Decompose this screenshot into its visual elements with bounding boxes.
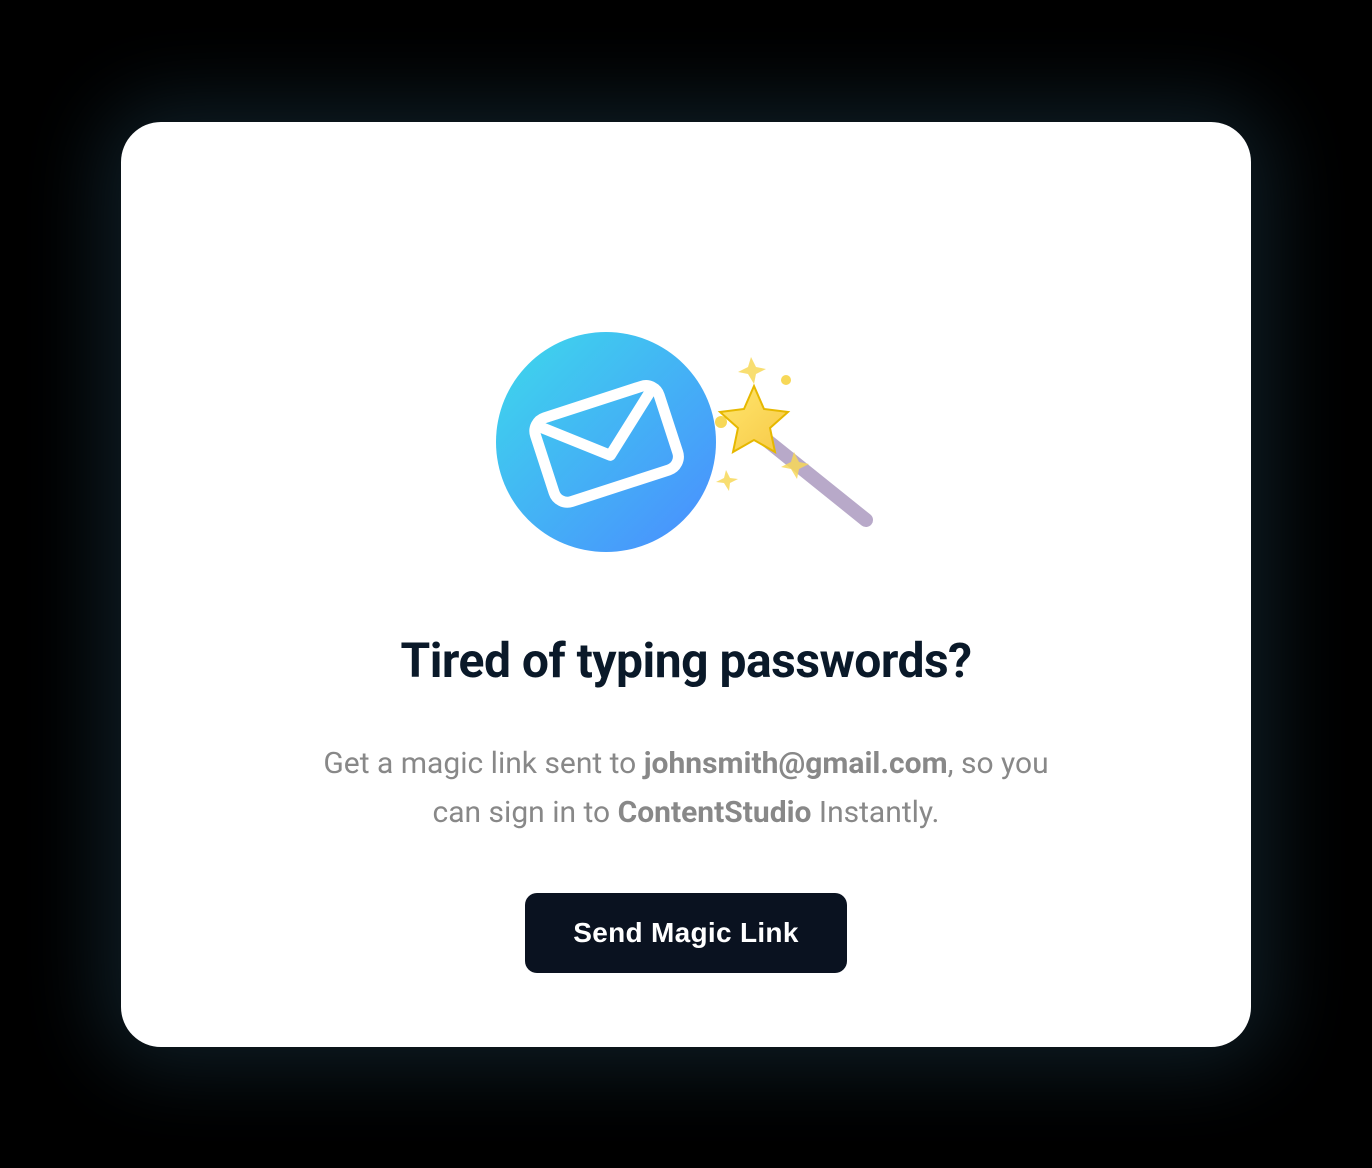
desc-prefix: Get a magic link sent to bbox=[323, 746, 643, 781]
envelope-magic-wand-icon bbox=[486, 322, 886, 562]
desc-email: johnsmith@gmail.com bbox=[644, 746, 948, 781]
magic-link-illustration bbox=[486, 322, 886, 562]
magic-link-card: Tired of typing passwords? Get a magic l… bbox=[121, 122, 1251, 1047]
card-description: Get a magic link sent to johnsmith@gmail… bbox=[296, 739, 1076, 838]
card-heading: Tired of typing passwords? bbox=[400, 632, 971, 689]
desc-suffix: Instantly. bbox=[811, 795, 939, 830]
desc-app-name: ContentStudio bbox=[618, 795, 812, 830]
send-magic-link-button[interactable]: Send Magic Link bbox=[525, 893, 846, 973]
